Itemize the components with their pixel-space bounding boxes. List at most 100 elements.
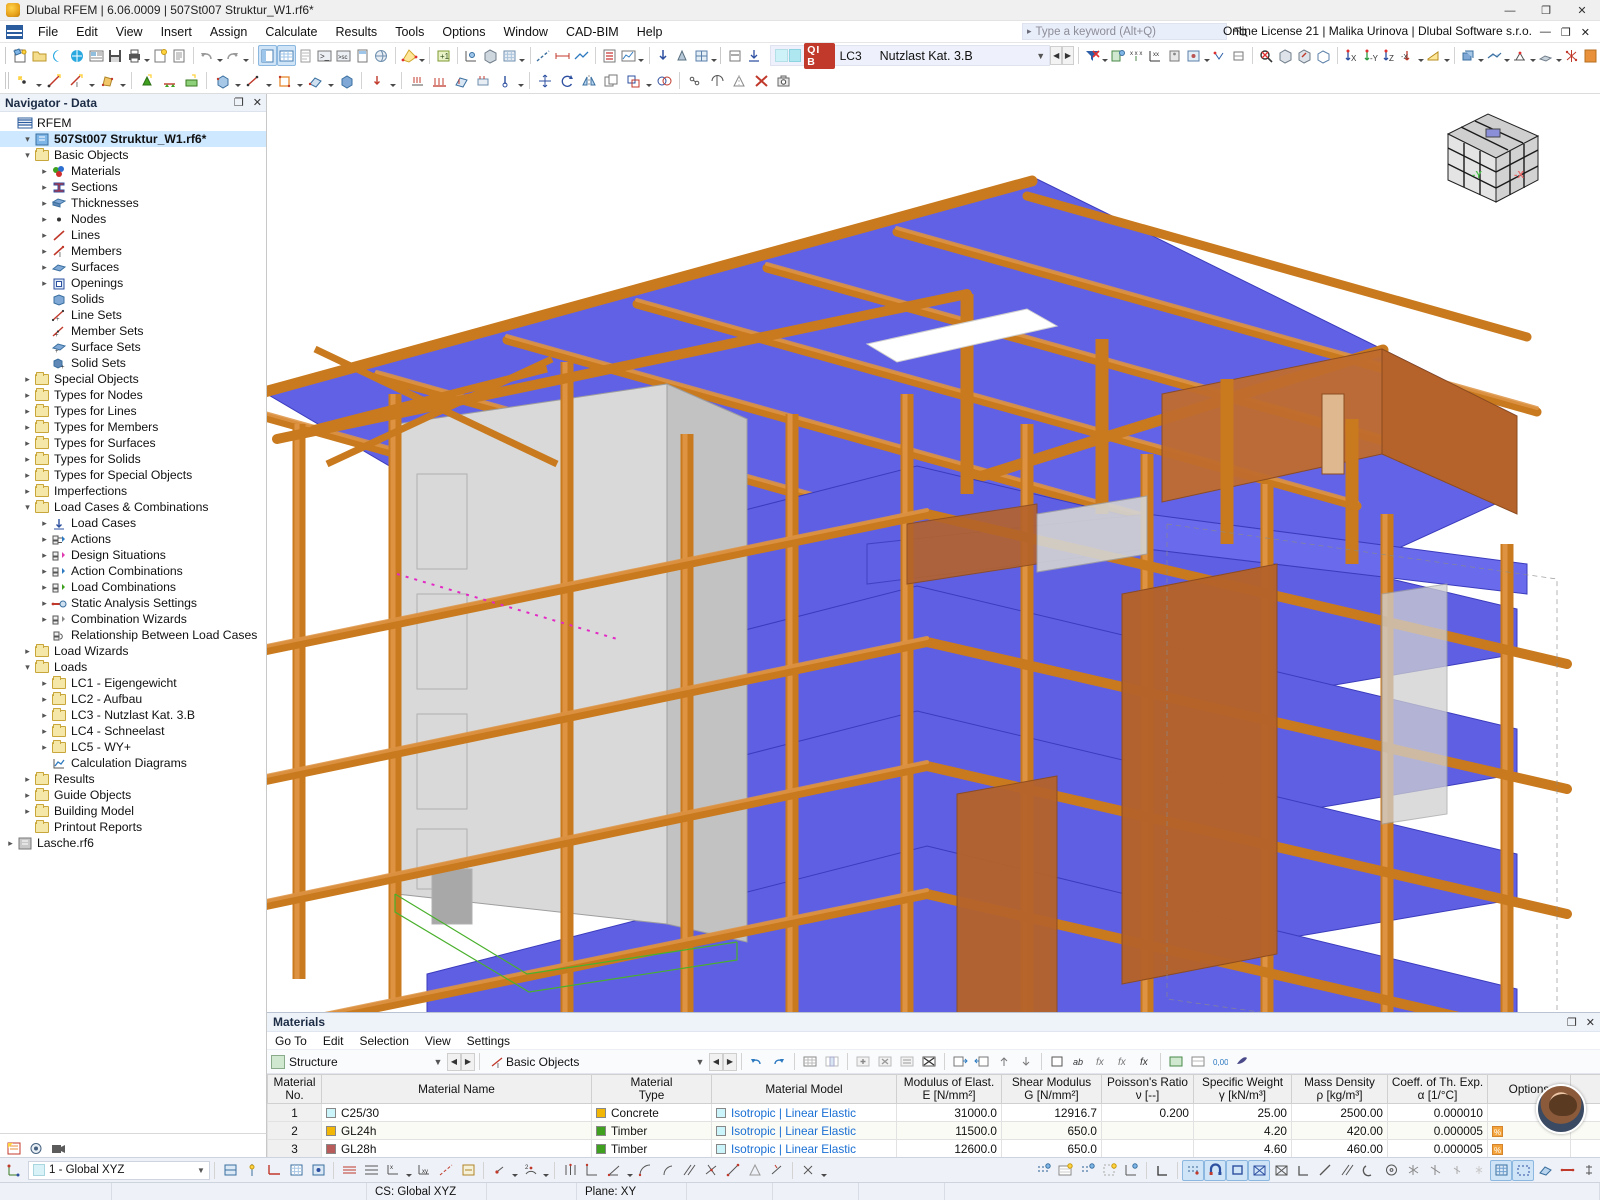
axis-display-icon[interactable]: xx xyxy=(1146,45,1165,66)
cell-material-model[interactable]: Isotropic | Linear Elastic xyxy=(711,1121,897,1140)
cell-modulus-elast[interactable]: 11500.0 xyxy=(896,1121,1002,1140)
tree-item-printout-reports[interactable]: Printout Reports xyxy=(0,819,266,835)
snap-endpoint-icon[interactable] xyxy=(559,1160,581,1181)
grid-snap2-icon[interactable] xyxy=(1184,45,1203,66)
table-header-9[interactable]: Coeff. of Th. Exp. α [1/°C] xyxy=(1387,1074,1488,1104)
new-member-icon[interactable]: I xyxy=(65,70,87,91)
formula-fx3-icon[interactable]: fx xyxy=(1134,1051,1156,1072)
chevron-down-icon[interactable]: ▾ xyxy=(21,499,34,515)
chevron-down-icon[interactable]: ▾ xyxy=(21,131,34,147)
move-down-icon[interactable] xyxy=(1015,1051,1037,1072)
cell-poissons-ratio[interactable] xyxy=(1101,1121,1194,1140)
structure-prev-button[interactable]: ◀ xyxy=(447,1052,461,1071)
table-menu-view[interactable]: View xyxy=(417,1033,459,1049)
tree-item-solids[interactable]: Solids xyxy=(0,291,266,307)
undo-icon[interactable] xyxy=(198,45,217,66)
doc-close-button[interactable]: ✕ xyxy=(1581,26,1590,39)
dot-grid-1-icon[interactable] xyxy=(1032,1160,1054,1181)
table-header-6[interactable]: Poisson's Ratio ν [--] xyxy=(1101,1074,1194,1104)
line-support-icon[interactable] xyxy=(158,70,180,91)
node-dropdown[interactable] xyxy=(34,70,43,91)
navigator-data-icon[interactable] xyxy=(3,1138,25,1159)
object-snap-group-icon[interactable] xyxy=(797,1160,819,1181)
tree-item-solid-sets[interactable]: + Solid Sets xyxy=(0,355,266,371)
chevron-right-icon[interactable]: ▸ xyxy=(38,227,51,243)
navigator-display-icon[interactable] xyxy=(25,1138,47,1159)
guide-line-icon[interactable] xyxy=(435,1160,457,1181)
chevron-right-icon[interactable]: ▸ xyxy=(38,259,51,275)
star-snap-4-icon[interactable] xyxy=(1468,1160,1490,1181)
guide-xy-icon[interactable]: xy xyxy=(413,1160,435,1181)
chevron-right-icon[interactable]: ▸ xyxy=(4,835,17,851)
guide-x-icon[interactable]: x xyxy=(382,1160,404,1181)
work-plane-icon[interactable] xyxy=(219,1160,241,1181)
tree-item-rfem[interactable]: RFEM xyxy=(0,115,266,131)
calculation-diagram-icon[interactable] xyxy=(619,45,638,66)
print-dropdown-arrow[interactable] xyxy=(144,45,151,66)
print-icon[interactable] xyxy=(125,45,144,66)
cell-material-no[interactable]: 1 xyxy=(267,1103,322,1122)
node-display-icon[interactable] xyxy=(1210,45,1229,66)
visibility-icon[interactable] xyxy=(1108,45,1127,66)
delete-icon[interactable] xyxy=(750,70,772,91)
mesh-grid-icon[interactable] xyxy=(1490,1159,1512,1181)
tree-item-calculation-diagrams[interactable]: Calculation Diagrams xyxy=(0,755,266,771)
menu-item-window[interactable]: Window xyxy=(494,23,556,41)
surface-load-icon[interactable] xyxy=(450,70,472,91)
decimal-places-icon[interactable]: 0,00 xyxy=(1209,1051,1231,1072)
chevron-right-icon[interactable]: ▸ xyxy=(21,419,34,435)
cell-options[interactable]: % xyxy=(1487,1139,1571,1158)
chevron-right-icon[interactable]: ▸ xyxy=(38,707,51,723)
user-avatar[interactable] xyxy=(1536,1084,1586,1134)
chevron-right-icon[interactable]: ▸ xyxy=(38,243,51,259)
cloud-open-icon[interactable] xyxy=(49,45,68,66)
chevron-right-icon[interactable]: ▸ xyxy=(21,467,34,483)
snap-tangent-icon[interactable] xyxy=(656,1160,678,1181)
member-dropdown[interactable] xyxy=(1529,45,1536,66)
chevron-right-icon[interactable] xyxy=(38,291,51,307)
edit-section-icon[interactable] xyxy=(1295,45,1314,66)
nodal-load-icon[interactable] xyxy=(366,70,388,91)
chevron-right-icon[interactable]: ▸ xyxy=(38,211,51,227)
tree-item-surfaces[interactable]: ▸ Surfaces xyxy=(0,259,266,275)
table-close-button[interactable]: ✕ xyxy=(1586,1016,1595,1029)
corner-snap-icon[interactable] xyxy=(1292,1160,1314,1181)
table-row[interactable]: 2 GL24h Timber Isotropic | Linear Elastic 11… xyxy=(267,1121,1600,1140)
table-float-button[interactable]: ❐ xyxy=(1567,1016,1577,1029)
grid-workplane-icon[interactable] xyxy=(500,45,519,66)
grid-dropdown-arrow[interactable] xyxy=(519,45,526,66)
chevron-right-icon[interactable]: ▸ xyxy=(38,579,51,595)
console-icon[interactable]: >_ xyxy=(315,45,334,66)
imposed-load-icon[interactable] xyxy=(494,70,516,91)
object-snap-group-dropdown[interactable] xyxy=(819,1160,828,1181)
new-line-icon[interactable] xyxy=(43,70,65,91)
objects-selector[interactable]: I Basic Objects ▼ xyxy=(488,1052,709,1071)
surface-snap-icon[interactable] xyxy=(1534,1160,1556,1181)
numbering-icon[interactable]: x x x xyxy=(1127,45,1146,66)
dot-grid-5-icon[interactable] xyxy=(1120,1160,1142,1181)
divide-line-icon[interactable] xyxy=(706,70,728,91)
tree-item-openings[interactable]: ▸ Openings xyxy=(0,275,266,291)
chevron-right-icon[interactable] xyxy=(38,307,51,323)
chevron-right-icon[interactable] xyxy=(38,755,51,771)
chevron-right-icon[interactable]: ▸ xyxy=(38,563,51,579)
formula-fx-icon[interactable]: fx xyxy=(1090,1051,1112,1072)
point-grid-toggle-icon[interactable] xyxy=(1182,1159,1204,1181)
chevron-right-icon[interactable]: ▸ xyxy=(21,787,34,803)
tree-item-members[interactable]: ▸ I Members xyxy=(0,243,266,259)
connect-lines-icon[interactable] xyxy=(684,70,706,91)
menu-item-options[interactable]: Options xyxy=(433,23,494,41)
cell-specific-weight[interactable]: 4.20 xyxy=(1193,1121,1292,1140)
cell-material-name[interactable]: GL24h xyxy=(321,1121,592,1140)
chevron-right-icon[interactable]: ▸ xyxy=(38,179,51,195)
cell-shear-modulus[interactable]: 12916.7 xyxy=(1001,1103,1102,1122)
clipping-icon[interactable] xyxy=(1314,45,1333,66)
text-format-icon[interactable]: ab xyxy=(1068,1051,1090,1072)
cell-coeff-thermal-exp[interactable]: 0.000005 xyxy=(1387,1139,1488,1158)
parallel-snap-icon[interactable] xyxy=(1336,1160,1358,1181)
load-case-selector[interactable]: QI B LC3 Nutzlast Kat. 3.B ▼ xyxy=(770,42,1051,69)
opening-create-icon[interactable] xyxy=(273,70,295,91)
cell-shear-modulus[interactable]: 650.0 xyxy=(1001,1121,1102,1140)
dot-grid-2-icon[interactable] xyxy=(1054,1160,1076,1181)
snap-angle-icon[interactable] xyxy=(603,1160,625,1181)
